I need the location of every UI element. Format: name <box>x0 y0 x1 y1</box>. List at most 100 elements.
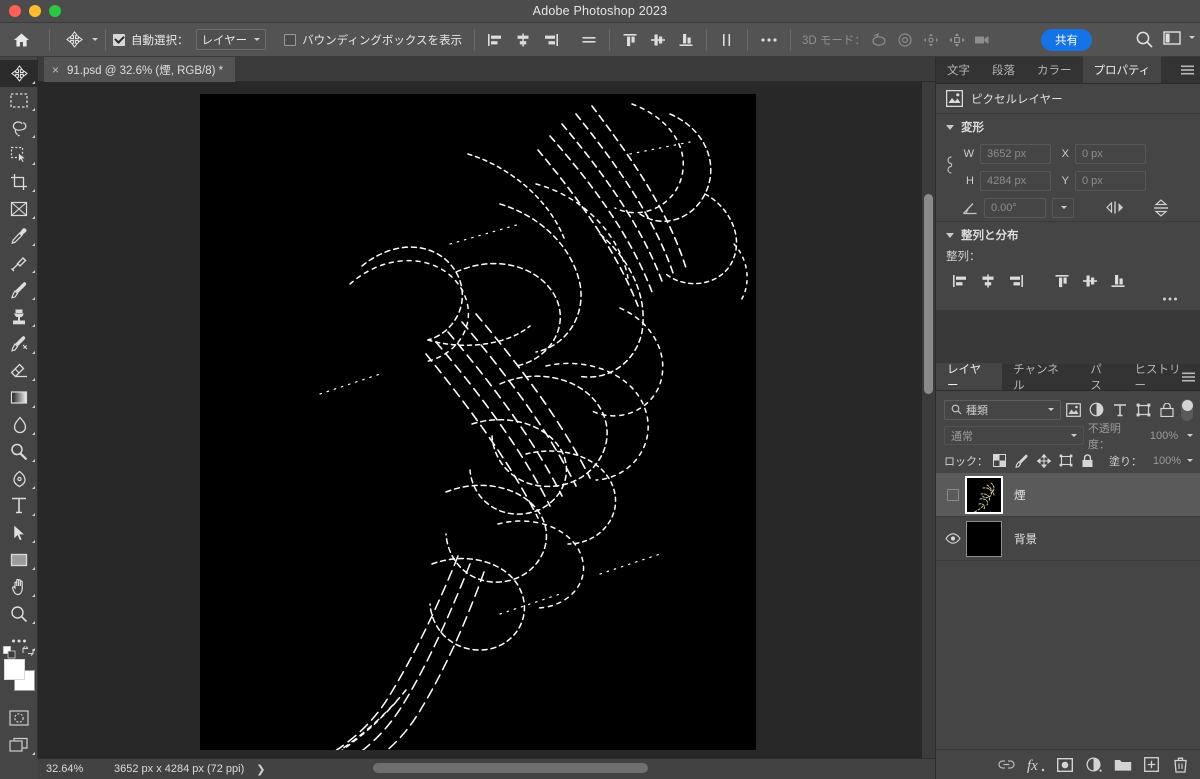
color-swatches[interactable] <box>0 646 38 696</box>
filter-pixel-icon[interactable] <box>1061 399 1084 421</box>
screen-mode-icon[interactable] <box>0 731 38 758</box>
artboard-canvas[interactable] <box>200 94 756 750</box>
height-input[interactable]: 4284 px <box>980 170 1051 191</box>
lock-position-icon[interactable] <box>1033 450 1054 471</box>
align-right-edges-icon[interactable] <box>1002 268 1030 294</box>
layer-visibility-toggle[interactable] <box>940 488 966 501</box>
tab-channels[interactable]: チャンネル <box>1002 363 1079 392</box>
align-vertical-centers-icon[interactable] <box>1076 268 1104 294</box>
opacity-chevron-down-icon[interactable] <box>1187 434 1193 437</box>
workspace-chevron-down-icon[interactable] <box>1188 36 1195 39</box>
auto-select-checkbox[interactable] <box>113 33 125 46</box>
angle-input[interactable]: 0.00° <box>984 197 1046 218</box>
share-button[interactable]: 共有 <box>1041 29 1092 51</box>
distribute-vertical-icon[interactable] <box>714 28 740 52</box>
tab-paragraph[interactable]: 段落 <box>981 56 1026 83</box>
add-layer-mask-icon[interactable] <box>1052 753 1077 777</box>
dodge-tool[interactable] <box>0 438 38 465</box>
swap-colors-icon[interactable] <box>22 645 34 657</box>
document-tab[interactable]: × 91.psd @ 32.6% (煙, RGB/8) * <box>44 57 236 82</box>
opacity-value[interactable]: 100% <box>1143 426 1182 445</box>
y-input[interactable]: 0 px <box>1075 170 1146 191</box>
frame-tool[interactable] <box>0 195 38 222</box>
canvas-horizontal-scrollbar-thumb[interactable] <box>373 763 648 773</box>
auto-select-scope-dropdown[interactable]: レイヤー <box>195 29 267 50</box>
align-top-edges-icon[interactable] <box>1048 268 1076 294</box>
align-distribute-section-header[interactable]: 整列と分布 <box>936 222 1200 248</box>
filter-smart-object-icon[interactable] <box>1155 399 1178 421</box>
link-aspect-ratio-icon[interactable] <box>946 154 957 176</box>
eyedropper-tool[interactable] <box>0 222 38 249</box>
move-tool[interactable] <box>0 60 38 87</box>
path-selection-tool[interactable] <box>0 519 38 546</box>
panel-menu-icon[interactable] <box>1182 372 1195 382</box>
tab-character[interactable]: 文字 <box>936 56 981 83</box>
fill-chevron-down-icon[interactable] <box>1187 459 1193 462</box>
brush-tool[interactable] <box>0 276 38 303</box>
align-left-edges-icon[interactable] <box>482 28 508 52</box>
crop-tool[interactable] <box>0 168 38 195</box>
quick-mask-icon[interactable] <box>0 704 38 731</box>
delete-layer-icon[interactable] <box>1168 753 1193 777</box>
distribute-horizontal-icon[interactable] <box>576 28 602 52</box>
object-selection-tool[interactable] <box>0 141 38 168</box>
spot-healing-brush-tool[interactable] <box>0 249 38 276</box>
new-layer-icon[interactable] <box>1139 753 1164 777</box>
tool-preset-chevron-down-icon[interactable] <box>92 38 98 41</box>
gradient-tool[interactable] <box>0 384 38 411</box>
align-vertical-centers-icon[interactable] <box>645 28 671 52</box>
align-bottom-edges-icon[interactable] <box>1104 268 1132 294</box>
zoom-tool[interactable] <box>0 600 38 627</box>
rectangle-tool[interactable] <box>0 546 38 573</box>
filter-adjustment-icon[interactable] <box>1085 399 1108 421</box>
clone-stamp-tool[interactable] <box>0 303 38 330</box>
blur-tool[interactable] <box>0 411 38 438</box>
link-layers-icon[interactable] <box>994 753 1019 777</box>
history-brush-tool[interactable] <box>0 330 38 357</box>
align-top-edges-icon[interactable] <box>617 28 643 52</box>
status-chevron-icon[interactable]: ❯ <box>256 763 265 776</box>
panel-menu-icon[interactable] <box>1181 65 1194 75</box>
tab-layers[interactable]: レイヤー <box>936 363 1003 392</box>
eraser-tool[interactable] <box>0 357 38 384</box>
canvas-area[interactable] <box>38 82 935 758</box>
more-options-icon[interactable] <box>1162 296 1178 302</box>
align-horizontal-centers-icon[interactable] <box>510 28 536 52</box>
home-icon[interactable] <box>0 23 42 57</box>
angle-dropdown[interactable] <box>1052 197 1074 218</box>
transform-section-header[interactable]: 変形 <box>936 114 1200 140</box>
blend-mode-select[interactable]: 通常 <box>944 426 1084 445</box>
lock-artboard-nesting-icon[interactable] <box>1055 450 1076 471</box>
more-options-icon[interactable] <box>755 28 783 52</box>
move-tool-icon[interactable] <box>57 27 91 53</box>
show-bounding-box-checkbox[interactable] <box>284 33 297 46</box>
lock-transparent-pixels-icon[interactable] <box>989 450 1010 471</box>
filter-shape-icon[interactable] <box>1132 399 1155 421</box>
canvas-vertical-scrollbar-track[interactable] <box>922 82 935 758</box>
tab-color[interactable]: カラー <box>1026 56 1083 83</box>
foreground-color-swatch[interactable] <box>4 659 25 680</box>
search-icon[interactable] <box>1135 30 1154 49</box>
pen-tool[interactable] <box>0 465 38 492</box>
align-horizontal-centers-icon[interactable] <box>974 268 1002 294</box>
align-right-edges-icon[interactable] <box>538 28 564 52</box>
tab-properties[interactable]: プロパティ <box>1082 56 1162 83</box>
layer-filter-select[interactable]: 種類 <box>944 399 1062 420</box>
lock-all-icon[interactable] <box>1077 450 1098 471</box>
fill-value[interactable]: 100% <box>1143 451 1185 470</box>
layer-row-background[interactable]: 背景 <box>936 517 1200 561</box>
filter-type-icon[interactable] <box>1108 399 1131 421</box>
tab-paths[interactable]: パス <box>1079 363 1123 392</box>
canvas-horizontal-scrollbar-track[interactable] <box>338 763 958 773</box>
layer-visibility-toggle[interactable] <box>940 533 966 544</box>
filter-enable-toggle[interactable] <box>1180 398 1193 421</box>
zoom-level[interactable]: 32.64% <box>46 763 104 775</box>
lock-image-pixels-icon[interactable] <box>1011 450 1032 471</box>
new-group-icon[interactable] <box>1110 753 1135 777</box>
flip-vertical-icon[interactable] <box>1152 198 1170 218</box>
canvas-vertical-scrollbar-thumb[interactable] <box>924 194 933 394</box>
layer-row-smoke[interactable]: 煙 <box>936 473 1200 517</box>
hand-tool[interactable] <box>0 573 38 600</box>
flip-horizontal-icon[interactable] <box>1104 200 1126 215</box>
new-adjustment-layer-icon[interactable] <box>1081 753 1106 777</box>
